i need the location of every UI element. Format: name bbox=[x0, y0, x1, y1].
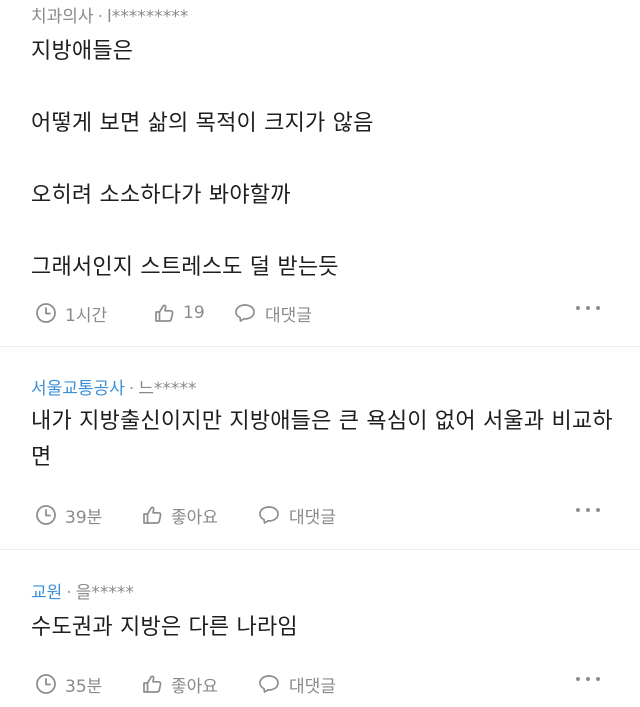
reply-button[interactable]: 대댓글 bbox=[257, 672, 336, 697]
speech-bubble-icon bbox=[259, 506, 279, 524]
comment-meta: 치과의사 · l********* bbox=[31, 6, 188, 28]
clock-icon bbox=[36, 303, 56, 323]
thumbs-up-icon bbox=[155, 304, 174, 322]
comment-actions: 39분 좋아요 대댓글 bbox=[35, 502, 336, 528]
like-button[interactable]: 좋아요 bbox=[141, 503, 257, 528]
thumbs-up-icon bbox=[143, 675, 162, 693]
reply-label: 대댓글 bbox=[265, 305, 312, 326]
time-label: 35분 bbox=[65, 676, 103, 697]
time-label: 1시간 bbox=[65, 305, 108, 326]
comment-divider bbox=[0, 346, 640, 347]
thumbs-up-icon bbox=[143, 506, 162, 524]
author-nickname: 을***** bbox=[75, 583, 134, 603]
comment-actions: 35분 좋아요 대댓글 bbox=[35, 671, 336, 697]
reply-label: 대댓글 bbox=[289, 676, 336, 697]
meta-separator: · bbox=[128, 379, 135, 399]
more-dots-icon[interactable] bbox=[576, 505, 600, 515]
meta-separator: · bbox=[66, 583, 72, 603]
comment-meta: 교원 · 을***** bbox=[31, 582, 134, 604]
reply-button[interactable]: 대댓글 bbox=[233, 301, 312, 326]
author-company[interactable]: 교원 bbox=[31, 583, 62, 603]
comment-time: 1시간 bbox=[35, 301, 153, 326]
comment-text: 수도권과 지방은 다른 나라임 bbox=[31, 615, 298, 640]
comment-divider bbox=[0, 549, 640, 550]
more-dots-icon[interactable] bbox=[576, 303, 600, 313]
comment-time: 35분 bbox=[35, 672, 141, 697]
comment-time: 39분 bbox=[35, 503, 141, 528]
more-dots-icon[interactable] bbox=[576, 674, 600, 684]
comment-text: 내가 지방출신이지만 지방애들은 큰 욕심이 없어 서울과 비교하면 bbox=[31, 409, 613, 470]
like-label: 19 bbox=[183, 303, 205, 323]
meta-separator: · bbox=[97, 7, 103, 27]
clock-icon bbox=[36, 505, 56, 525]
author-nickname: l********* bbox=[106, 7, 189, 27]
author-company[interactable]: 치과의사 bbox=[31, 7, 94, 27]
like-label: 좋아요 bbox=[171, 676, 218, 697]
author-nickname: 느***** bbox=[138, 379, 197, 399]
comment-text: 지방애들은 어떻게 보면 삶의 목적이 크지가 않음 오히려 소소하다가 봐야할… bbox=[31, 39, 374, 280]
time-label: 39분 bbox=[65, 507, 103, 528]
like-label: 좋아요 bbox=[171, 507, 218, 528]
author-company[interactable]: 서울교통공사 bbox=[31, 379, 125, 399]
like-button[interactable]: 19 bbox=[153, 302, 233, 324]
clock-icon bbox=[36, 674, 56, 694]
comment-meta: 서울교통공사 · 느***** bbox=[31, 378, 196, 400]
like-button[interactable]: 좋아요 bbox=[141, 672, 257, 697]
reply-label: 대댓글 bbox=[289, 507, 336, 528]
reply-button[interactable]: 대댓글 bbox=[257, 503, 336, 528]
speech-bubble-icon bbox=[235, 304, 255, 322]
speech-bubble-icon bbox=[259, 675, 279, 693]
comment-actions: 1시간 19 대댓글 bbox=[35, 300, 312, 326]
